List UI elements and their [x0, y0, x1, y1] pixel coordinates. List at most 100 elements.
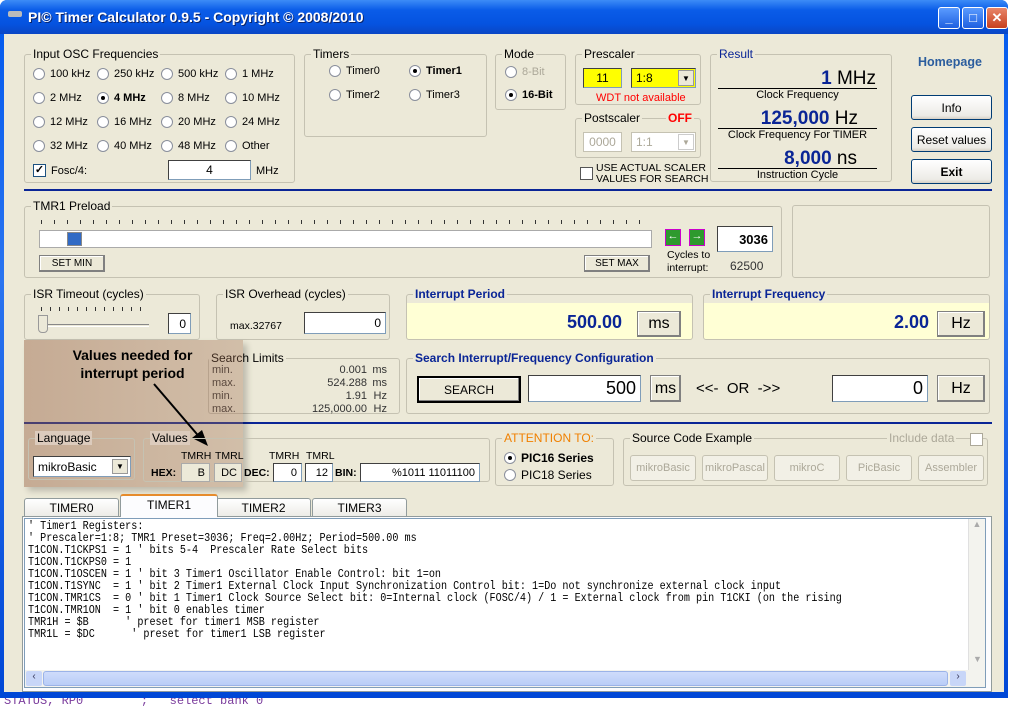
isr-timeout-input[interactable]: 0 — [168, 313, 191, 334]
isr-overhead-input[interactable]: 0 — [304, 312, 386, 334]
reset-values-button[interactable]: Reset values — [911, 127, 992, 152]
slider-thumb[interactable] — [38, 315, 48, 333]
limit-label: max. — [212, 377, 236, 389]
prescaler-bits[interactable]: 11 — [583, 68, 622, 88]
radio-osc[interactable]: 500 kHz — [161, 68, 218, 80]
frequency-unit-button[interactable]: Hz — [937, 311, 985, 337]
source-mikropascal-button[interactable]: mikroPascal — [702, 455, 768, 481]
arrow-right-icon[interactable]: → — [689, 229, 705, 246]
radio-osc[interactable]: 10 MHz — [225, 92, 280, 104]
scroll-right-icon[interactable]: › — [950, 671, 966, 686]
radio-8bit[interactable]: 8-Bit — [505, 66, 545, 78]
source-assembler-button[interactable]: Assembler — [918, 455, 984, 481]
vertical-scrollbar[interactable]: ▲ ▼ — [968, 519, 985, 671]
checkbox-box[interactable] — [580, 167, 593, 180]
radio-osc[interactable]: 2 MHz — [33, 92, 82, 104]
radio-osc[interactable]: Other — [225, 140, 270, 152]
interrupt-period-label: Interrupt Period — [413, 287, 508, 301]
dec-tmrl[interactable]: 12 — [305, 463, 333, 482]
radio-osc[interactable]: 8 MHz — [161, 92, 210, 104]
radio-osc[interactable]: 48 MHz — [161, 140, 216, 152]
slider-thumb[interactable] — [67, 232, 83, 246]
chevron-down-icon: ▼ — [678, 134, 694, 150]
radio-timer1[interactable]: Timer1 — [409, 65, 462, 77]
radio-16bit[interactable]: 16-Bit — [505, 89, 553, 101]
radio-osc[interactable]: 1 MHz — [225, 68, 274, 80]
limit-unit: Hz — [373, 403, 387, 415]
radio-timer0[interactable]: Timer0 — [329, 65, 380, 77]
radio-osc[interactable]: 20 MHz — [161, 116, 216, 128]
preload-slider[interactable] — [39, 230, 652, 248]
homepage-link[interactable]: Homepage — [918, 55, 982, 69]
prescaler-select[interactable]: 1:8 ▼ — [631, 68, 696, 88]
search-frequency-unit[interactable]: Hz — [937, 375, 985, 402]
radio-osc[interactable]: 32 MHz — [33, 140, 88, 152]
scroll-left-icon[interactable]: ‹ — [26, 671, 42, 686]
dec-tmrh[interactable]: 0 — [273, 463, 302, 482]
search-button[interactable]: SEARCH — [417, 376, 521, 403]
language-select[interactable]: mikroBasic ▼ — [33, 456, 131, 477]
tab-timer0[interactable]: TIMER0 — [24, 498, 119, 517]
exit-button[interactable]: Exit — [911, 159, 992, 184]
tab-timer2[interactable]: TIMER2 — [216, 498, 311, 517]
fosc4-checkbox[interactable]: ✓ Fosc/4: — [33, 164, 87, 177]
value: 125,000 — [760, 108, 830, 129]
radio-label: 8 MHz — [178, 92, 210, 104]
limit-row: min. 1.91 Hz — [212, 390, 392, 403]
radio-osc[interactable]: 16 MHz — [97, 116, 152, 128]
empty-panel — [792, 205, 990, 278]
radio-button-icon — [225, 92, 237, 104]
source-mikroc-button[interactable]: mikroC — [774, 455, 840, 481]
bin-value[interactable]: %1011 11011100 — [360, 463, 480, 482]
preload-value-input[interactable]: 3036 — [717, 226, 773, 252]
radio-osc[interactable]: 12 MHz — [33, 116, 88, 128]
radio-osc[interactable]: 250 kHz — [97, 68, 154, 80]
search-limits-group: Search Limits min. 0.001 ms max. 524.288 ms mi… — [208, 351, 400, 415]
preload-group-label: TMR1 Preload — [31, 199, 113, 213]
include-data-checkbox[interactable] — [970, 433, 983, 446]
period-unit-button[interactable]: ms — [637, 311, 681, 337]
radio-osc[interactable]: 4 MHz — [97, 92, 146, 104]
radio-osc[interactable]: 100 kHz — [33, 68, 90, 80]
horizontal-scrollbar[interactable]: ‹ › — [25, 670, 985, 687]
dec-tmrh-label: TMRH — [269, 450, 300, 462]
use-actual-checkbox[interactable] — [580, 167, 593, 183]
source-mikrobasic-button[interactable]: mikroBasic — [630, 455, 696, 481]
fosc4-label: Fosc/4: — [51, 164, 88, 177]
tab-timer1[interactable]: TIMER1 — [120, 494, 218, 517]
isr-timeout-slider[interactable] — [39, 324, 149, 327]
info-button[interactable]: Info — [911, 95, 992, 120]
osc-value-input[interactable]: 4 — [168, 160, 251, 180]
chevron-down-icon[interactable]: ▼ — [678, 70, 694, 86]
code-textarea[interactable]: ' Timer1 Registers: ' Prescaler=1:8; TMR1… — [24, 518, 986, 688]
scroll-up-icon[interactable]: ▲ — [969, 519, 985, 536]
source-picbasic-button[interactable]: PicBasic — [846, 455, 912, 481]
arrow-left-icon[interactable]: ← — [665, 229, 681, 246]
separator — [24, 422, 992, 424]
search-frequency-input[interactable]: 0 — [832, 375, 928, 402]
search-period-input[interactable]: 500 — [528, 375, 641, 402]
radio-pic18[interactable]: PIC18 Series — [504, 468, 592, 482]
scroll-down-icon[interactable]: ▼ — [969, 654, 985, 671]
tab-timer3[interactable]: TIMER3 — [312, 498, 407, 517]
chevron-down-icon[interactable]: ▼ — [112, 459, 128, 474]
set-min-button[interactable]: SET MIN — [39, 255, 105, 272]
minimize-button[interactable]: _ — [938, 7, 960, 29]
maximize-button[interactable]: □ — [962, 7, 984, 29]
timers-group-label: Timers — [311, 47, 352, 61]
search-period-unit[interactable]: ms — [650, 375, 681, 402]
title-bar[interactable]: PI© Timer Calculator 0.9.5 - Copyright ©… — [0, 0, 1008, 34]
timer-frequency-label: Clock Frequency For TIMER — [718, 128, 877, 141]
language-value: mikroBasic — [38, 459, 97, 474]
radio-timer3[interactable]: Timer3 — [409, 89, 460, 101]
use-actual-label: USE ACTUAL SCALER VALUES FOR SEARCH — [596, 163, 708, 185]
postscaler-select: 1:1 ▼ — [631, 132, 696, 152]
radio-osc[interactable]: 24 MHz — [225, 116, 280, 128]
scroll-thumb[interactable] — [43, 671, 948, 686]
radio-timer2[interactable]: Timer2 — [329, 89, 380, 101]
radio-osc[interactable]: 40 MHz — [97, 140, 152, 152]
set-max-button[interactable]: SET MAX — [584, 255, 650, 272]
radio-pic16[interactable]: PIC16 Series — [504, 451, 594, 465]
postscaler-status: OFF — [666, 111, 694, 125]
close-button[interactable]: ✕ — [986, 7, 1008, 29]
